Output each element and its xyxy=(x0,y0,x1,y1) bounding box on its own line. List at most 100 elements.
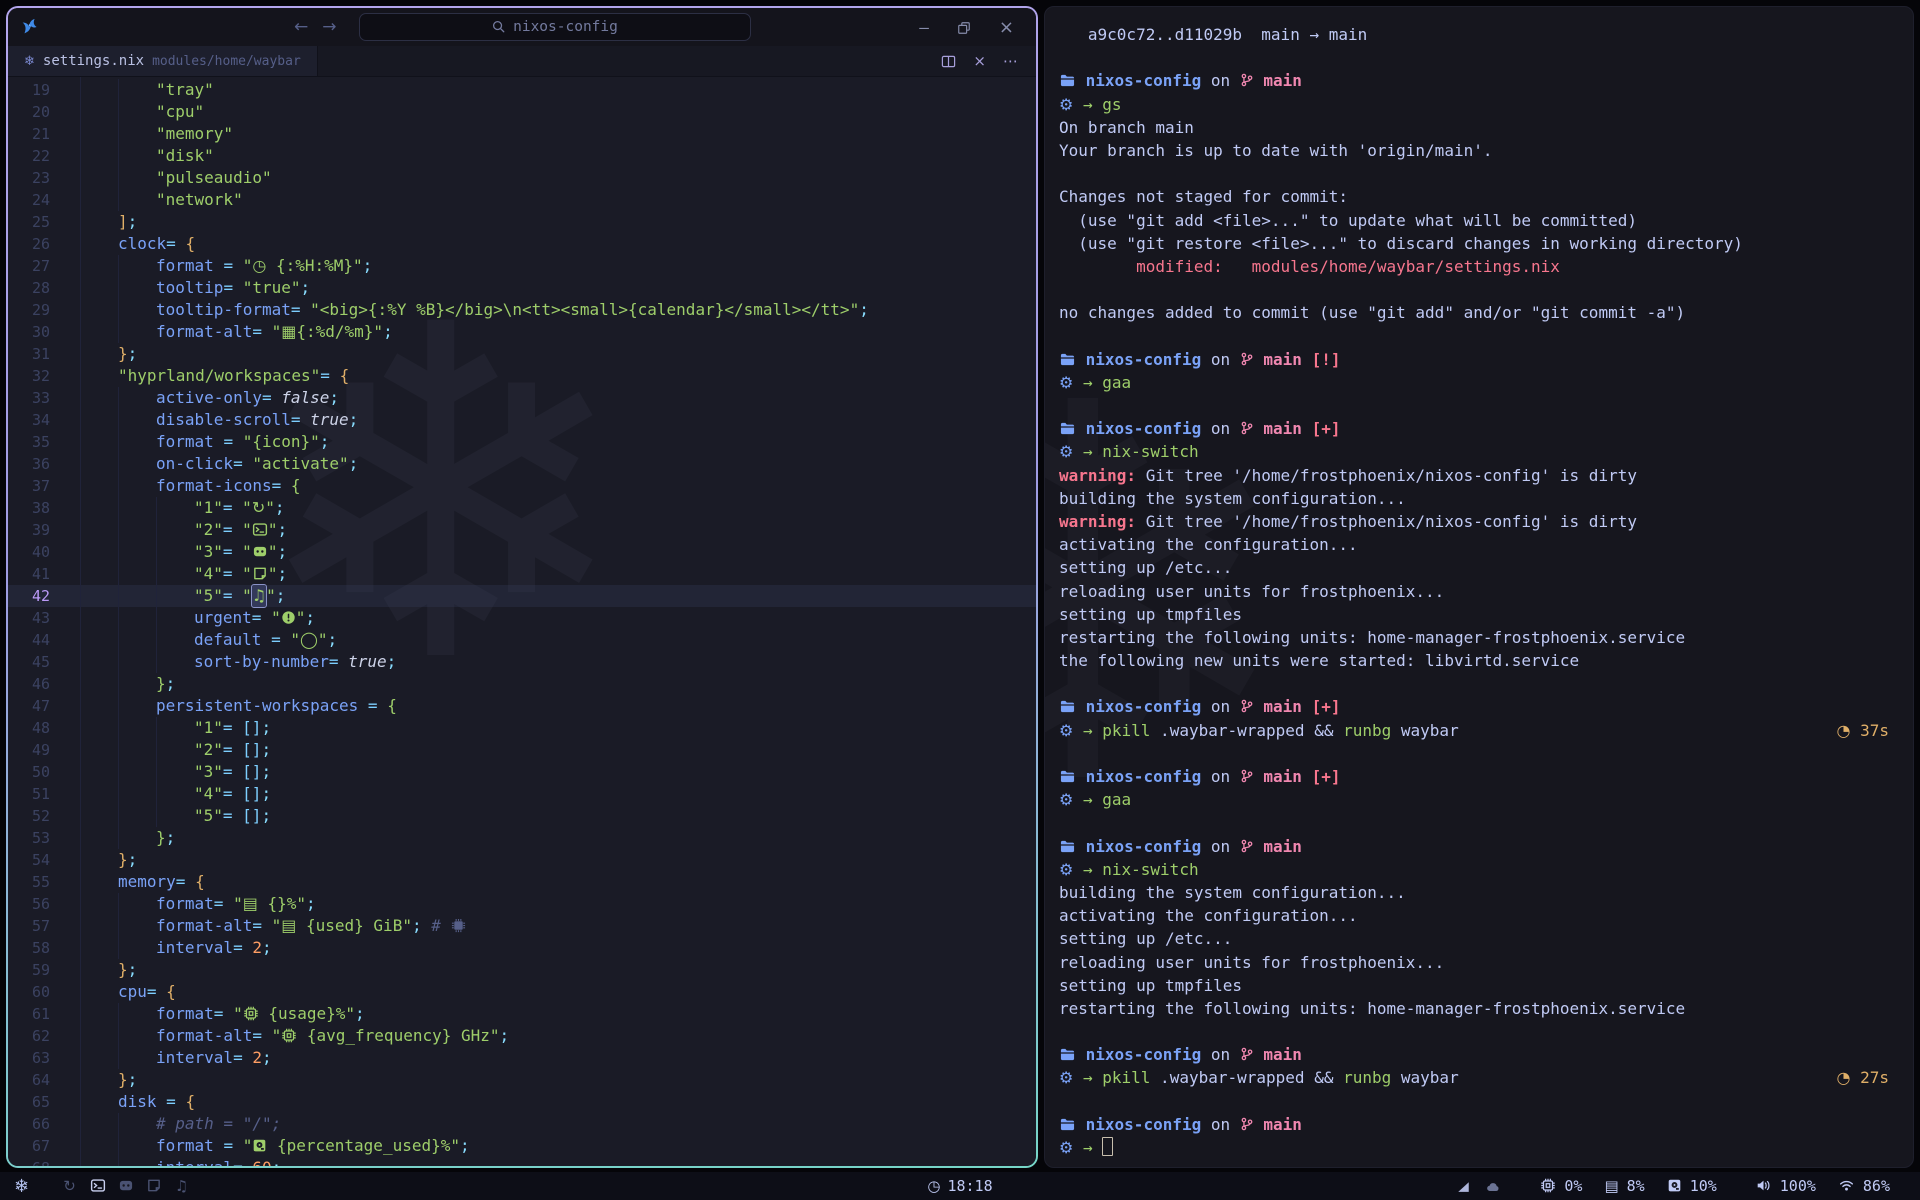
terminal-command-line: ⚙ → nix-switch xyxy=(1059,858,1889,881)
nix-file-icon: ❄ xyxy=(24,54,35,69)
nixos-logo-icon[interactable]: ❄ xyxy=(14,1176,29,1197)
code-line[interactable]: 41"4"= ""; xyxy=(8,563,1036,585)
code-line[interactable]: 68interval= 60; xyxy=(8,1157,1036,1166)
code-line[interactable]: 55memory= { xyxy=(8,871,1036,893)
nav-forward-icon[interactable]: → xyxy=(322,17,336,37)
code-line[interactable]: 47persistent-workspaces = { xyxy=(8,695,1036,717)
workspace-3-button[interactable] xyxy=(117,1177,134,1195)
terminal-prompt-line: nixos-config on main [!] xyxy=(1059,348,1889,371)
split-pane-icon[interactable] xyxy=(941,52,956,71)
code-line[interactable]: 33active-only= false; xyxy=(8,387,1036,409)
code-line[interactable]: 29tooltip-format= "<big>{:%Y %B}</big>\n… xyxy=(8,299,1036,321)
code-line[interactable]: 24"network" xyxy=(8,189,1036,211)
code-line[interactable]: 56format= "▤ {}%"; xyxy=(8,893,1036,915)
restore-button[interactable] xyxy=(957,18,971,37)
terminal-output-line: setting up tmpfiles xyxy=(1059,974,1889,997)
code-line[interactable]: 59}; xyxy=(8,959,1036,981)
code-line[interactable]: 39"2"= ""; xyxy=(8,519,1036,541)
tab-settings-nix[interactable]: ❄ settings.nix modules/home/waybar xyxy=(8,46,318,76)
code-line[interactable]: 60cpu= { xyxy=(8,981,1036,1003)
code-line[interactable]: 66# path = "/"; xyxy=(8,1113,1036,1135)
workspace-1-button[interactable]: ↻ xyxy=(61,1177,78,1195)
code-line[interactable]: 27format = "◷ {:%H:%M}"; xyxy=(8,255,1036,277)
code-text: "5"= []; xyxy=(80,805,271,827)
close-button[interactable]: × xyxy=(999,17,1014,38)
code-line[interactable]: 57format-alt= "▤ {used} GiB"; # xyxy=(8,915,1036,937)
code-line[interactable]: 52"5"= []; xyxy=(8,805,1036,827)
discord-icon xyxy=(118,1177,134,1195)
code-line[interactable]: 21"memory" xyxy=(8,123,1036,145)
folder-icon xyxy=(1059,417,1076,440)
code-line[interactable]: 54}; xyxy=(8,849,1036,871)
memory-module[interactable]: ▤8% xyxy=(1604,1177,1644,1195)
code-line[interactable]: 49"2"= []; xyxy=(8,739,1036,761)
code-line[interactable]: 61format= " {usage}%"; xyxy=(8,1003,1036,1025)
code-line[interactable]: 30format-alt= "▦{:%d/%m}"; xyxy=(8,321,1036,343)
code-line[interactable]: 58interval= 2; xyxy=(8,937,1036,959)
code-line[interactable]: 63interval= 2; xyxy=(8,1047,1036,1069)
code-line[interactable]: 25]; xyxy=(8,211,1036,233)
code-line[interactable]: 45sort-by-number= true; xyxy=(8,651,1036,673)
code-line[interactable]: 22"disk" xyxy=(8,145,1036,167)
terminal-output-line: building the system configuration... xyxy=(1059,487,1889,510)
code-line[interactable]: 36on-click= "activate"; xyxy=(8,453,1036,475)
code-line[interactable]: 23"pulseaudio" xyxy=(8,167,1036,189)
code-line[interactable]: 48"1"= []; xyxy=(8,717,1036,739)
code-line[interactable]: 42"5"= "♫"; xyxy=(8,585,1036,607)
code-line[interactable]: 46}; xyxy=(8,673,1036,695)
code-line[interactable]: 65disk = { xyxy=(8,1091,1036,1113)
workspace-4-button[interactable] xyxy=(145,1177,162,1195)
clock-module[interactable]: ◷ 18:18 xyxy=(927,1177,992,1195)
cpu-icon xyxy=(243,1003,259,1025)
code-line[interactable]: 44default = "◯"; xyxy=(8,629,1036,651)
code-line[interactable]: 64}; xyxy=(8,1069,1036,1091)
code-line[interactable]: 50"3"= []; xyxy=(8,761,1036,783)
terminal-window[interactable]: ❄ a9c0c72..d11029b main → main nixos-con… xyxy=(1044,6,1914,1168)
code-line[interactable]: 40"3"= ""; xyxy=(8,541,1036,563)
cloud-tray-icon[interactable] xyxy=(1484,1177,1502,1196)
terminal-blank-line xyxy=(1059,672,1889,695)
code-line[interactable]: 43urgent= ""; xyxy=(8,607,1036,629)
minimize-button[interactable]: – xyxy=(919,18,929,37)
volume-module[interactable]: 100% xyxy=(1755,1177,1816,1195)
cpu-module[interactable]: 0% xyxy=(1540,1177,1582,1195)
code-text: "4"= ""; xyxy=(80,563,287,585)
line-number: 27 xyxy=(8,255,50,277)
code-line[interactable]: 34disable-scroll= true; xyxy=(8,409,1036,431)
disk-module[interactable]: 10% xyxy=(1667,1177,1717,1195)
project-search[interactable]: nixos-config xyxy=(359,13,751,41)
code-line[interactable]: 62format-alt= " {avg_frequency} GHz"; xyxy=(8,1025,1036,1047)
code-text: "1"= "↻"; xyxy=(80,497,285,519)
code-line[interactable]: 37format-icons= { xyxy=(8,475,1036,497)
close-tab-icon[interactable]: × xyxy=(973,52,986,70)
waybar: ❄ ↻ ♫ ◷ 18:18 0% ▤8% 10% 100% 86% xyxy=(0,1172,1920,1200)
line-number: 19 xyxy=(8,79,50,101)
code-line[interactable]: 35format = "{icon}"; xyxy=(8,431,1036,453)
code-line[interactable]: 53}; xyxy=(8,827,1036,849)
code-line[interactable]: 20"cpu" xyxy=(8,101,1036,123)
line-number: 57 xyxy=(8,915,50,937)
code-line[interactable]: 51"4"= []; xyxy=(8,783,1036,805)
code-editor[interactable]: ❄ 18modules-right= [19"tray"20"cpu"21"me… xyxy=(8,77,1036,1166)
nav-back-icon[interactable]: ← xyxy=(294,17,308,37)
code-text: sort-by-number= true; xyxy=(80,651,396,673)
code-line[interactable]: 67format = " {percentage_used}%"; xyxy=(8,1135,1036,1157)
ram-icon: ▤ xyxy=(281,915,296,937)
terminal-output-line: setting up tmpfiles xyxy=(1059,603,1889,626)
code-text: }; xyxy=(80,673,175,695)
workspace-2-button[interactable] xyxy=(89,1177,106,1195)
terminal-output-line: setting up /etc... xyxy=(1059,556,1889,579)
code-line[interactable]: 26clock= { xyxy=(8,233,1036,255)
workspace-5-button[interactable]: ♫ xyxy=(173,1177,190,1195)
more-options-icon[interactable]: ⋯ xyxy=(1003,52,1018,70)
signal-tray-icon[interactable] xyxy=(1456,1177,1471,1196)
network-module[interactable]: 86% xyxy=(1838,1177,1890,1195)
code-line[interactable]: 32"hyprland/workspaces"= { xyxy=(8,365,1036,387)
volume-value: 100% xyxy=(1780,1177,1816,1195)
code-line[interactable]: 19"tray" xyxy=(8,79,1036,101)
code-line[interactable]: 38"1"= "↻"; xyxy=(8,497,1036,519)
code-line[interactable]: 31}; xyxy=(8,343,1036,365)
line-number: 24 xyxy=(8,189,50,211)
code-line[interactable]: 28tooltip= "true"; xyxy=(8,277,1036,299)
terminal-output-line: restarting the following units: home-man… xyxy=(1059,997,1889,1020)
